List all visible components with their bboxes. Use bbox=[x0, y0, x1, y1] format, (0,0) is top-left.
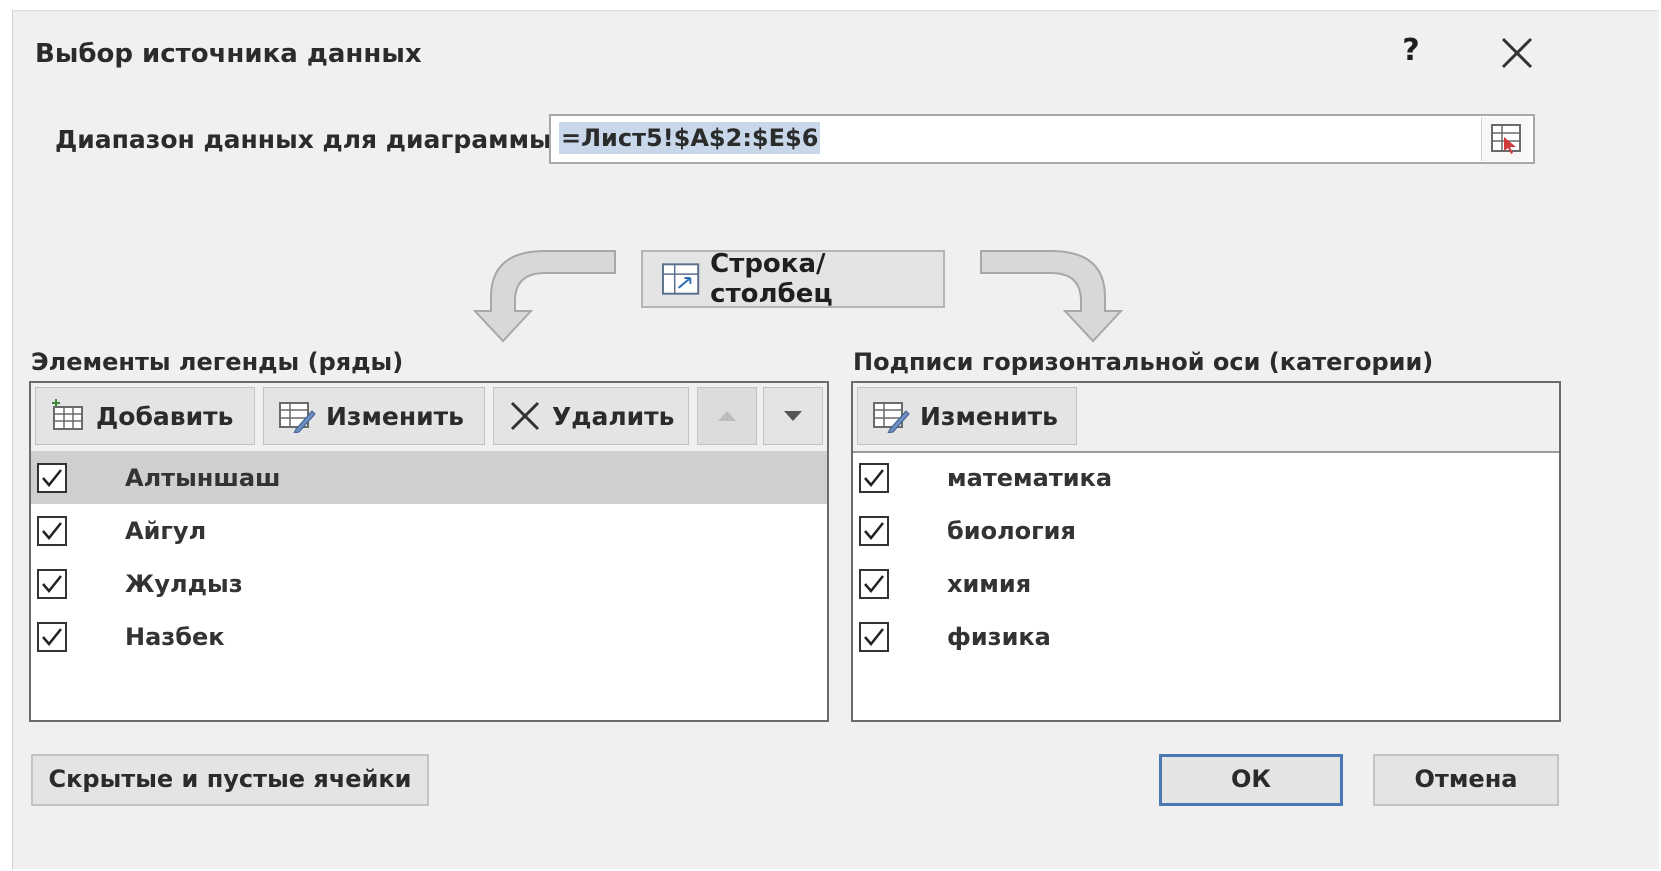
help-button[interactable]: ? bbox=[1393, 33, 1429, 73]
edit-axis-labels-label: Изменить bbox=[920, 401, 1058, 431]
axis-toolbar: Изменить bbox=[853, 383, 1559, 453]
hidden-empty-cells-button[interactable]: Скрытые и пустые ячейки bbox=[31, 754, 429, 806]
legend-series-row[interactable]: Назбек bbox=[31, 610, 827, 663]
add-table-icon bbox=[52, 399, 83, 430]
add-series-label: Добавить bbox=[96, 401, 234, 431]
edit-axis-labels-button[interactable]: Изменить bbox=[857, 387, 1077, 445]
axis-category-row[interactable]: химия bbox=[853, 557, 1559, 610]
switch-row-column-label: Строка/столбец bbox=[710, 249, 833, 309]
checkbox[interactable] bbox=[37, 621, 67, 652]
legend-series-row-label: Назбек bbox=[125, 622, 225, 651]
range-selector-icon bbox=[1491, 124, 1521, 154]
checkbox[interactable] bbox=[859, 462, 889, 493]
chart-data-range-value: =Лист5!$A$2:$E$6 bbox=[559, 122, 821, 154]
legend-toolbar: Добавить Изменить Удалить bbox=[31, 383, 827, 453]
legend-series-row[interactable]: Алтыншаш bbox=[31, 451, 827, 504]
legend-series-row-label: Айгул bbox=[125, 516, 207, 545]
axis-category-row-label: физика bbox=[947, 622, 1051, 651]
horizontal-axis-labels-label: Подписи горизонтальной оси (категории) bbox=[853, 348, 1434, 376]
legend-series-row[interactable]: Айгул bbox=[31, 504, 827, 557]
axis-category-row-label: биология bbox=[947, 516, 1076, 545]
left-curved-arrow-icon bbox=[472, 250, 616, 343]
edit-table-icon bbox=[873, 402, 910, 433]
edit-series-button[interactable]: Изменить bbox=[263, 387, 485, 445]
checkbox[interactable] bbox=[37, 462, 67, 493]
triangle-down-icon bbox=[784, 411, 802, 421]
axis-category-row[interactable]: физика bbox=[853, 610, 1559, 663]
add-series-button[interactable]: Добавить bbox=[35, 387, 255, 445]
range-picker-button[interactable] bbox=[1481, 117, 1530, 161]
horizontal-axis-panel: Изменить математика биология химия физика bbox=[851, 381, 1561, 722]
checkbox[interactable] bbox=[859, 515, 889, 546]
legend-series-row-label: Жулдыз bbox=[125, 569, 243, 598]
close-button[interactable] bbox=[1495, 31, 1539, 75]
legend-series-row[interactable]: Жулдыз bbox=[31, 557, 827, 610]
legend-entries-label: Элементы легенды (ряды) bbox=[31, 348, 404, 376]
select-data-source-dialog: Выбор источника данных ? Диапазон данных… bbox=[12, 10, 1659, 869]
right-curved-arrow-icon bbox=[980, 250, 1124, 343]
axis-category-row[interactable]: математика bbox=[853, 451, 1559, 504]
checkbox[interactable] bbox=[859, 568, 889, 599]
axis-category-row-label: химия bbox=[947, 569, 1032, 598]
move-up-button[interactable] bbox=[697, 387, 757, 445]
switch-row-column-button[interactable]: Строка/столбец bbox=[641, 249, 945, 309]
checkbox[interactable] bbox=[37, 568, 67, 599]
cancel-button[interactable]: Отмена bbox=[1373, 754, 1559, 806]
checkbox[interactable] bbox=[37, 515, 67, 546]
close-icon bbox=[1501, 37, 1533, 69]
edit-table-icon bbox=[279, 402, 316, 433]
delete-series-label: Удалить bbox=[552, 401, 675, 431]
ok-button[interactable]: ОК bbox=[1159, 754, 1343, 806]
chart-data-range-input[interactable]: =Лист5!$A$2:$E$6 bbox=[549, 114, 1535, 164]
checkbox[interactable] bbox=[859, 621, 889, 652]
dialog-title: Выбор источника данных bbox=[35, 39, 422, 69]
legend-series-row-label: Алтыншаш bbox=[125, 463, 281, 492]
delete-series-button[interactable]: Удалить bbox=[493, 387, 689, 445]
move-down-button[interactable] bbox=[763, 387, 823, 445]
triangle-up-icon bbox=[718, 411, 736, 421]
axis-category-row[interactable]: биология bbox=[853, 504, 1559, 557]
delete-x-icon bbox=[510, 401, 540, 431]
edit-series-label: Изменить bbox=[326, 401, 464, 431]
legend-entries-panel: Добавить Изменить Удалить Алтыншаш Айгул… bbox=[29, 381, 829, 722]
switch-row-column-icon bbox=[661, 263, 700, 295]
chart-data-range-label: Диапазон данных для диаграммы: bbox=[55, 125, 562, 154]
axis-category-row-label: математика bbox=[947, 463, 1113, 492]
